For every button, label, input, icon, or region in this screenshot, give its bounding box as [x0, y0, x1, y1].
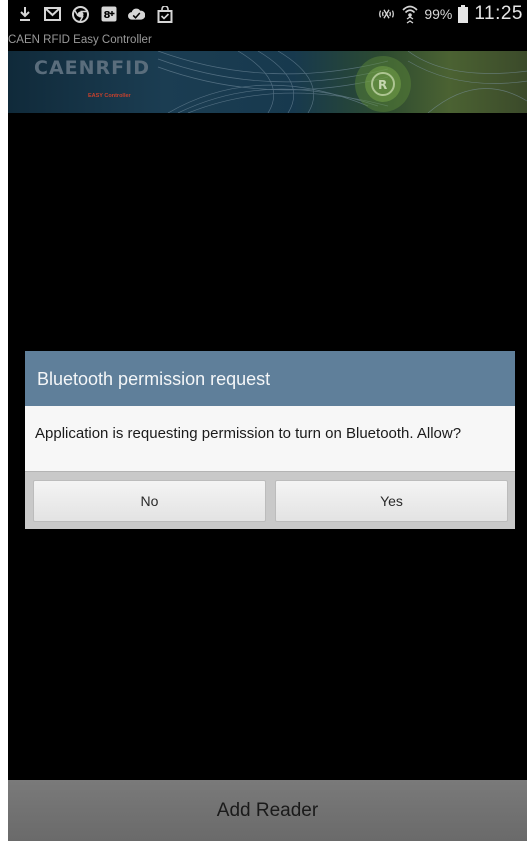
system-indicators: 99% 11:25	[378, 3, 523, 25]
nfc-mute-icon	[378, 5, 395, 23]
dialog-message: Application is requesting permission to …	[35, 425, 462, 442]
app-banner: R CAENRFID EASY Controller	[8, 51, 527, 113]
download-icon	[16, 5, 33, 23]
status-time: 11:25	[474, 3, 523, 24]
dialog-title: Bluetooth permission request	[37, 369, 271, 389]
wifi-icon	[401, 5, 418, 24]
shopping-bag-check-icon	[156, 5, 173, 23]
svg-text:R: R	[378, 78, 387, 92]
svg-text:8: 8	[103, 10, 110, 21]
battery-percent: 99%	[424, 6, 453, 22]
dialog-header: Bluetooth permission request	[25, 351, 515, 406]
app-screen: 8 99% 11:25 CAEN RFID Easy Controller R …	[8, 0, 527, 841]
caen-logo-subtitle: EASY Controller	[88, 93, 131, 99]
battery-icon	[458, 5, 469, 23]
bluetooth-permission-dialog: Bluetooth permission request Application…	[25, 351, 515, 529]
gmail-icon	[44, 5, 61, 23]
chrome-icon	[72, 5, 89, 23]
cloud-check-icon	[128, 5, 145, 23]
yes-button[interactable]: Yes	[275, 480, 508, 522]
notification-icons: 8	[16, 5, 173, 23]
add-reader-button[interactable]: Add Reader	[8, 780, 527, 841]
yes-button-label: Yes	[380, 493, 403, 509]
no-button-label: No	[140, 493, 159, 509]
add-reader-label: Add Reader	[216, 799, 319, 821]
caen-logo: CAENRFID	[34, 57, 150, 79]
status-bar: 8 99% 11:25	[8, 0, 527, 30]
dialog-body: Application is requesting permission to …	[25, 406, 515, 472]
google-plus-icon: 8	[100, 5, 117, 23]
app-title: CAEN RFID Easy Controller	[8, 34, 152, 46]
no-button[interactable]: No	[33, 480, 266, 522]
